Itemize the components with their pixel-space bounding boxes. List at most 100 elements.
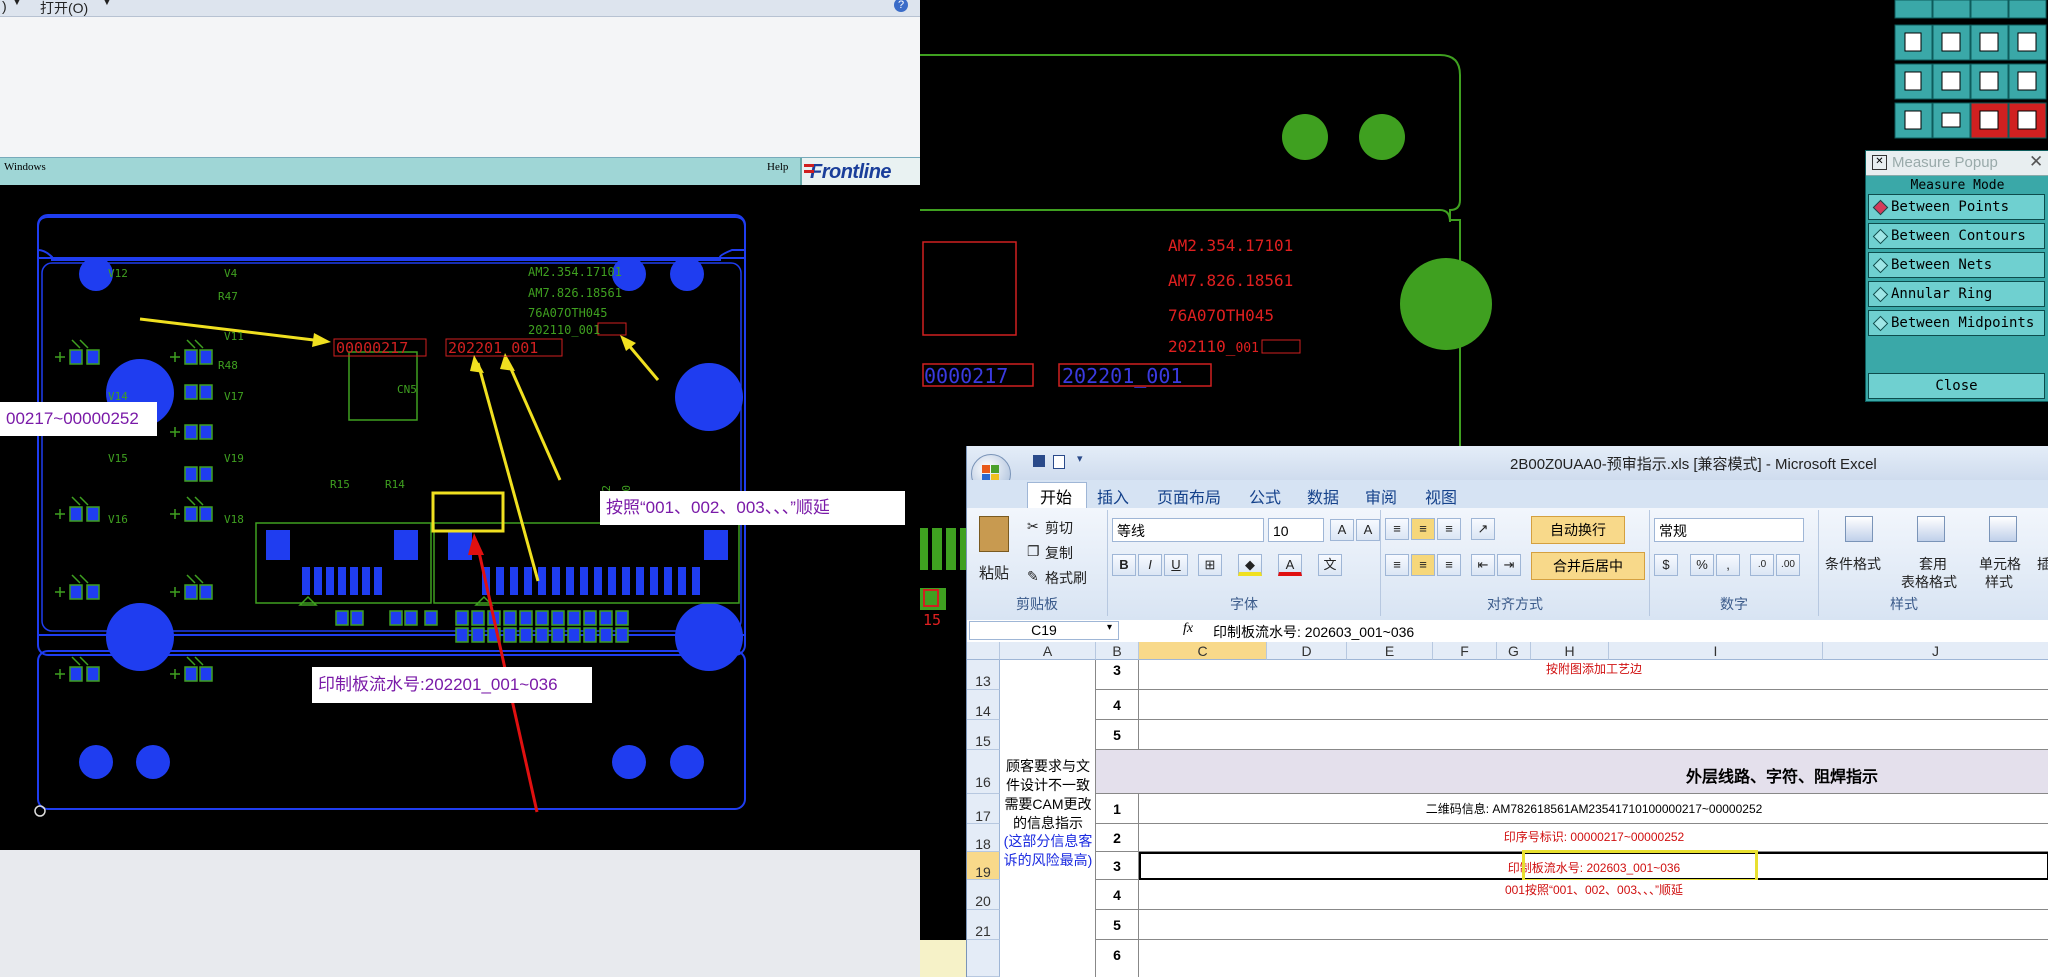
cell-b13[interactable]: 3 [1096,660,1139,690]
decrease-decimal-icon[interactable]: .00 [1776,554,1800,576]
cell-b17[interactable]: 1 [1096,794,1139,824]
merge-center-button[interactable]: 合并后居中 [1531,552,1645,580]
wrap-text-button[interactable]: 自动换行 [1531,516,1625,544]
column-header-b[interactable]: B [1096,642,1139,660]
cell-c17[interactable]: 二维码信息: AM782618561AM23541710100000217~00… [1139,794,2048,824]
font-name-select[interactable]: 等线 [1112,518,1264,542]
new-icon[interactable] [1053,455,1065,469]
conditional-format-icon[interactable] [1845,516,1873,542]
percent-button[interactable]: % [1690,554,1714,576]
align-right-icon[interactable]: ≡ [1437,554,1461,576]
menu-help[interactable]: Help [767,161,788,173]
row-header-18[interactable]: 18 [967,824,1000,852]
column-header-h[interactable]: H [1531,642,1609,660]
column-header-d[interactable]: D [1267,642,1347,660]
table-format-line1[interactable]: 套用 [1919,554,1947,574]
save-icon[interactable] [1033,455,1045,467]
row-16-section-header[interactable]: 外层线路、字符、阻焊指示 [1096,750,2048,794]
shrink-font-icon[interactable]: A [1356,519,1380,541]
paste-icon[interactable] [979,516,1009,552]
dropdown-arrow-icon[interactable]: ▼ [12,0,22,8]
format-painter-icon[interactable]: ✎ [1027,568,1039,585]
align-left-icon[interactable]: ≡ [1385,554,1409,576]
option-between-nets[interactable]: Between Nets [1868,252,2045,278]
cell-c21[interactable] [1139,910,2048,940]
align-top-icon[interactable]: ≡ [1385,518,1409,540]
close-button[interactable]: Close [1868,373,2045,399]
align-bottom-icon[interactable]: ≡ [1437,518,1461,540]
cell-c14[interactable] [1139,690,2048,720]
tab-insert[interactable]: 插入 [1097,484,1129,508]
align-middle-icon[interactable]: ≡ [1411,518,1435,540]
open-dropdown-icon[interactable]: ▼ [102,0,112,8]
row-header-17[interactable]: 17 [967,794,1000,824]
table-format-line2[interactable]: 表格格式 [1901,572,1957,592]
cell-b22[interactable]: 6 [1096,940,1139,977]
copy-icon[interactable]: ❐ [1027,543,1040,560]
help-icon[interactable]: ? [894,0,908,12]
column-header-g[interactable]: G [1497,642,1531,660]
borders-icon[interactable]: ⊞ [1198,554,1222,576]
tab-view[interactable]: 视图 [1425,484,1457,508]
formula-input[interactable]: 印制板流水号: 202603_001~036 [1213,622,1414,642]
row-header-20[interactable]: 20 [967,880,1000,910]
open-menu[interactable]: 打开(O) [40,0,88,18]
comma-button[interactable]: , [1716,554,1740,576]
increase-decimal-icon[interactable]: .0 [1750,554,1774,576]
option-annular-ring[interactable]: Annular Ring [1868,281,2045,307]
column-header-a[interactable]: A [1000,642,1096,660]
fill-color-icon[interactable]: ◆ [1238,554,1262,576]
name-box[interactable]: C19 [969,621,1119,640]
italic-button[interactable]: I [1138,554,1162,576]
pcb-left-canvas[interactable]: AM2.354.17101 AM7.826.18561 76A07OTH045 … [0,185,920,850]
cell-b20[interactable]: 4 [1096,880,1139,910]
cell-b14[interactable]: 4 [1096,690,1139,720]
copy-button[interactable]: 复制 [1045,543,1073,563]
cell-styles-line2[interactable]: 样式 [1985,572,2013,592]
option-between-points[interactable]: Between Points [1868,194,2045,220]
fx-icon[interactable]: fx [1183,621,1193,637]
accounting-icon[interactable]: $ [1654,554,1678,576]
cell-b19[interactable]: 3 [1096,852,1139,880]
decrease-indent-icon[interactable]: ⇤ [1471,554,1495,576]
font-color-icon[interactable]: A [1278,554,1302,576]
quick-access-dropdown-icon[interactable]: ▾ [1077,452,1083,465]
cell-a-merged[interactable]: 顾客要求与文件设计不一致需要CAM更改的信息指示 (这部分信息客诉的风险最高) [1000,660,1096,977]
select-all-corner[interactable] [967,642,1000,660]
cell-b18[interactable]: 2 [1096,824,1139,852]
row-header-16[interactable]: 16 [967,750,1000,794]
row-header-21[interactable]: 21 [967,910,1000,940]
column-header-c[interactable]: C [1139,642,1267,660]
popup-menu-icon[interactable]: ✕ [1872,155,1887,170]
tab-page-layout[interactable]: 页面布局 [1157,484,1221,508]
increase-indent-icon[interactable]: ⇥ [1497,554,1521,576]
font-size-select[interactable]: 10 [1268,518,1324,542]
column-header-e[interactable]: E [1347,642,1433,660]
cut-button[interactable]: 剪切 [1045,518,1073,538]
tab-home-label[interactable]: 开始 [1040,484,1072,508]
name-box-dropdown-icon[interactable]: ▾ [1107,622,1112,633]
phonetic-icon[interactable]: 文 [1318,554,1342,576]
option-between-midpoints[interactable]: Between Midpoints [1868,310,2045,336]
cell-c18[interactable]: 印序号标识: 00000217~00000252 [1139,824,2048,852]
number-format-select[interactable]: 常规 [1654,518,1804,542]
tab-data[interactable]: 数据 [1307,484,1339,508]
orientation-icon[interactable]: ↗ [1471,518,1495,540]
column-header-j[interactable]: J [1823,642,2048,660]
option-between-contours[interactable]: Between Contours [1868,223,2045,249]
column-header-i[interactable]: I [1609,642,1823,660]
tab-formulas[interactable]: 公式 [1249,484,1281,508]
conditional-format-button[interactable]: 条件格式 [1825,554,1881,574]
cell-b21[interactable]: 5 [1096,910,1139,940]
row-header-19[interactable]: 19 [967,852,1000,880]
insert-cells-button[interactable]: 插入 [2037,554,2048,574]
column-header-f[interactable]: F [1433,642,1497,660]
tab-review[interactable]: 审阅 [1365,484,1397,508]
spreadsheet-grid[interactable]: A B C D E F G H I J 顾客要求与文件设计不一致需要CAM更改的… [967,642,2048,977]
table-format-icon[interactable] [1917,516,1945,542]
cut-icon[interactable]: ✂ [1027,518,1039,535]
align-center-icon[interactable]: ≡ [1411,554,1435,576]
close-icon[interactable]: ✕ [2029,152,2043,172]
row-header-22[interactable] [967,940,1000,977]
cell-styles-icon[interactable] [1989,516,2017,542]
